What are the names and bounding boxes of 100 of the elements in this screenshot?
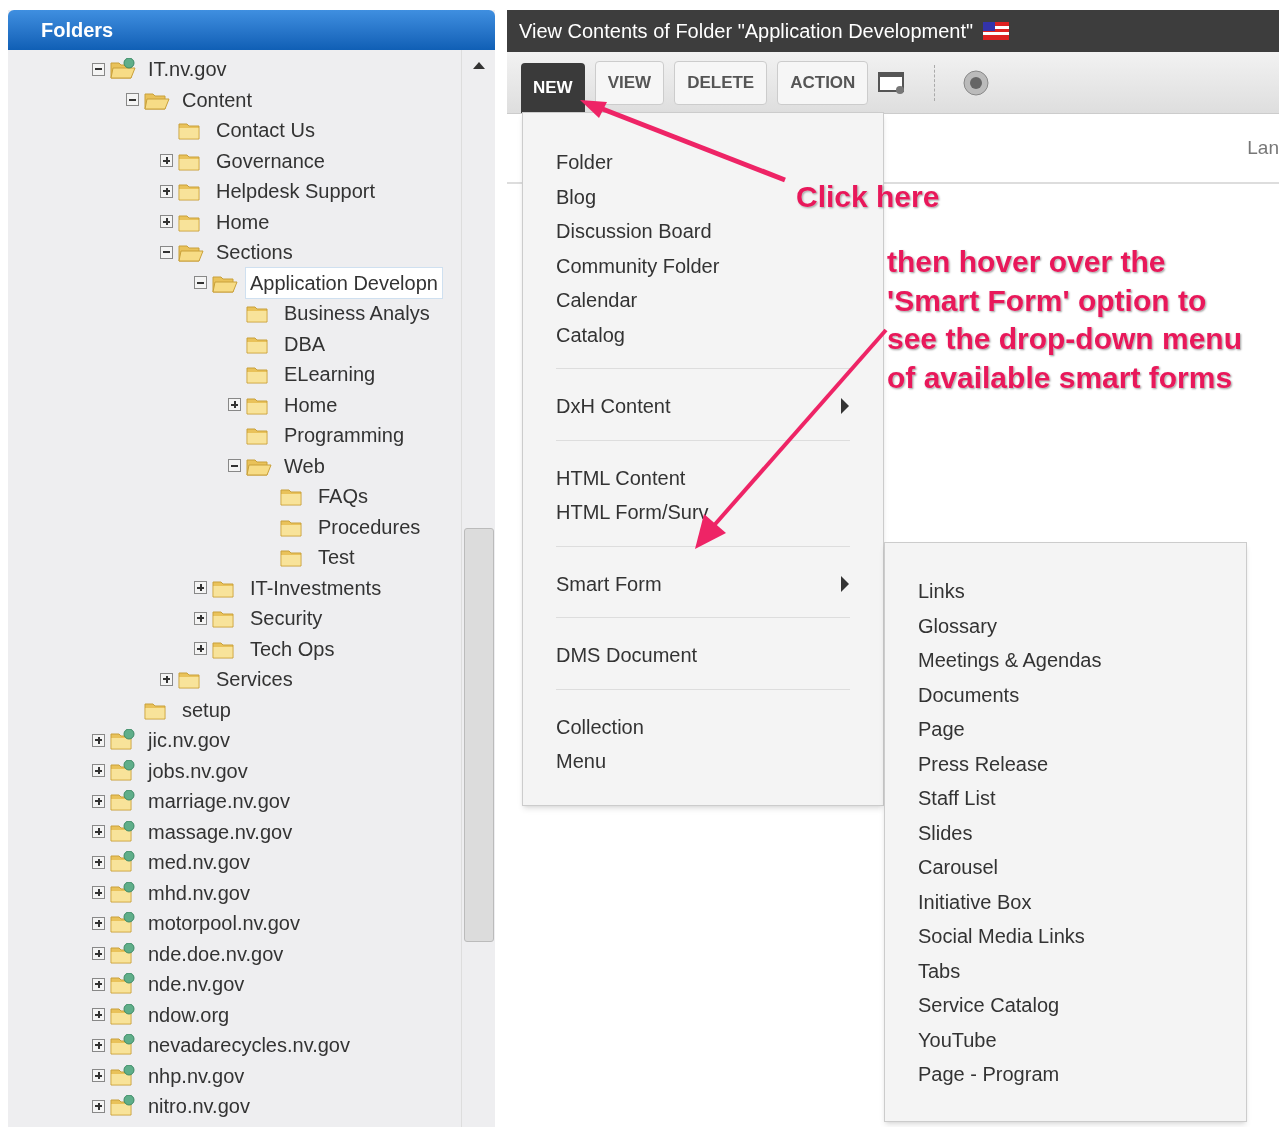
tree-item[interactable]: ELearning bbox=[279, 358, 381, 391]
menu-item[interactable]: Initiative Box bbox=[918, 884, 1213, 919]
menu-item[interactable]: Carousel bbox=[918, 850, 1213, 885]
menu-item[interactable]: Service Catalog bbox=[918, 988, 1213, 1023]
expand-toggle-icon[interactable] bbox=[194, 642, 207, 656]
expand-toggle-icon[interactable] bbox=[92, 1038, 105, 1052]
tree-item[interactable]: med.nv.gov bbox=[143, 846, 255, 879]
collapse-toggle-icon[interactable] bbox=[92, 62, 105, 76]
window-icon[interactable] bbox=[878, 70, 907, 95]
menu-item[interactable]: Folder bbox=[556, 147, 613, 178]
menu-item[interactable]: Collection bbox=[556, 711, 644, 742]
menu-item[interactable]: Menu bbox=[556, 746, 607, 777]
tree-item[interactable]: Programming bbox=[279, 419, 410, 452]
menu-item[interactable]: Slides bbox=[918, 815, 1213, 850]
tree-item[interactable]: nevadarecycles.nv.gov bbox=[143, 1029, 355, 1062]
tree-item[interactable]: FAQs bbox=[313, 480, 373, 513]
tree-item[interactable]: marriage.nv.gov bbox=[143, 785, 295, 818]
menu-item[interactable]: Press Release bbox=[918, 746, 1213, 781]
tree-item[interactable]: Application Developn bbox=[245, 266, 443, 299]
tree-item[interactable]: IT.nv.gov bbox=[143, 53, 232, 86]
tree-item[interactable]: jic.nv.gov bbox=[143, 724, 235, 757]
menu-item[interactable]: Meetings & Agendas bbox=[918, 643, 1213, 678]
expand-toggle-icon[interactable] bbox=[92, 947, 105, 961]
expand-toggle-icon[interactable] bbox=[92, 855, 105, 869]
tree-item[interactable]: Helpdesk Support bbox=[211, 175, 380, 208]
expand-toggle-icon[interactable] bbox=[160, 154, 173, 168]
menu-item[interactable]: Tabs bbox=[918, 953, 1213, 988]
expand-toggle-icon[interactable] bbox=[228, 398, 241, 412]
tree-item[interactable]: Web bbox=[279, 449, 330, 482]
expand-toggle-icon[interactable] bbox=[160, 215, 173, 229]
menu-item[interactable]: DMS Document bbox=[556, 640, 698, 671]
tree-item[interactable]: nde.nv.gov bbox=[143, 968, 250, 1001]
toolbar-button[interactable]: ACTION bbox=[777, 60, 869, 105]
tree-item[interactable]: mhd.nv.gov bbox=[143, 876, 255, 909]
tree-item[interactable]: Services bbox=[211, 663, 298, 696]
menu-item[interactable]: Blog bbox=[556, 181, 597, 212]
tree-item[interactable]: ndow.org bbox=[143, 998, 235, 1031]
menu-item[interactable]: HTML Content bbox=[556, 462, 686, 493]
toolbar-button[interactable]: NEW bbox=[521, 63, 585, 113]
menu-item[interactable]: YouTube bbox=[918, 1022, 1213, 1057]
menu-item[interactable]: Smart Form bbox=[556, 568, 662, 599]
menu-item[interactable]: Catalog bbox=[556, 319, 625, 350]
collapse-toggle-icon[interactable] bbox=[194, 276, 207, 290]
expand-toggle-icon[interactable] bbox=[92, 825, 105, 839]
menu-item[interactable]: HTML Form/Surv bbox=[556, 497, 709, 528]
expand-toggle-icon[interactable] bbox=[92, 794, 105, 808]
menu-item[interactable]: Discussion Board bbox=[556, 216, 712, 247]
tree-item[interactable]: nhp.nv.gov bbox=[143, 1059, 250, 1092]
menu-item[interactable]: Page bbox=[918, 712, 1213, 747]
scrollbar[interactable] bbox=[461, 50, 495, 1127]
collapse-toggle-icon[interactable] bbox=[160, 245, 173, 259]
menu-item[interactable]: Documents bbox=[918, 677, 1213, 712]
tree-item[interactable]: massage.nv.gov bbox=[143, 815, 298, 848]
expand-toggle-icon[interactable] bbox=[194, 581, 207, 595]
scroll-thumb[interactable] bbox=[463, 528, 494, 942]
tree-item[interactable]: jobs.nv.gov bbox=[143, 754, 253, 787]
scroll-up-icon[interactable] bbox=[471, 60, 486, 70]
menu-item[interactable]: Links bbox=[918, 574, 1213, 609]
tree-item[interactable]: setup bbox=[177, 693, 236, 726]
submenu-arrow-icon bbox=[840, 574, 850, 593]
tree-item[interactable]: Test bbox=[313, 541, 360, 574]
tree-item[interactable]: Procedures bbox=[313, 510, 426, 543]
tree-item[interactable]: Contact Us bbox=[211, 114, 320, 147]
menu-item[interactable]: Staff List bbox=[918, 781, 1213, 816]
tree-item[interactable]: IT-Investments bbox=[245, 571, 387, 604]
toolbar-button[interactable]: VIEW bbox=[594, 60, 665, 105]
menu-item[interactable]: Social Media Links bbox=[918, 919, 1213, 954]
collapse-toggle-icon[interactable] bbox=[126, 93, 139, 107]
expand-toggle-icon[interactable] bbox=[92, 764, 105, 778]
tree-item[interactable]: Home bbox=[279, 388, 343, 421]
help-icon[interactable] bbox=[963, 69, 990, 96]
menu-item[interactable]: Glossary bbox=[918, 608, 1213, 643]
expand-toggle-icon[interactable] bbox=[92, 1069, 105, 1083]
expand-toggle-icon[interactable] bbox=[92, 733, 105, 747]
tree-item[interactable]: Security bbox=[245, 602, 328, 635]
tree-item[interactable]: nitro.nv.gov bbox=[143, 1090, 255, 1123]
expand-toggle-icon[interactable] bbox=[92, 1008, 105, 1022]
tree-item[interactable]: Content bbox=[177, 83, 258, 116]
tree-item[interactable]: Home bbox=[211, 205, 275, 238]
collapse-toggle-icon[interactable] bbox=[228, 459, 241, 473]
toolbar-button[interactable]: DELETE bbox=[674, 60, 768, 105]
menu-item[interactable]: Calendar bbox=[556, 285, 638, 316]
menu-item[interactable]: Community Folder bbox=[556, 250, 720, 281]
tree-item[interactable]: motorpool.nv.gov bbox=[143, 907, 305, 940]
tree-item[interactable]: DBA bbox=[279, 327, 331, 360]
expand-toggle-icon[interactable] bbox=[92, 886, 105, 900]
globe-folder-icon bbox=[110, 820, 136, 843]
expand-toggle-icon[interactable] bbox=[160, 184, 173, 198]
tree-item[interactable]: Business Analys bbox=[279, 297, 435, 330]
expand-toggle-icon[interactable] bbox=[92, 977, 105, 991]
menu-item[interactable]: Page - Program bbox=[918, 1057, 1213, 1092]
tree-item[interactable]: nde.doe.nv.gov bbox=[143, 937, 289, 970]
expand-toggle-icon[interactable] bbox=[160, 672, 173, 686]
tree-item[interactable]: Sections bbox=[211, 236, 298, 269]
expand-toggle-icon[interactable] bbox=[194, 611, 207, 625]
expand-toggle-icon[interactable] bbox=[92, 1099, 105, 1113]
tree-item[interactable]: Governance bbox=[211, 144, 330, 177]
tree-item[interactable]: Tech Ops bbox=[245, 632, 340, 665]
expand-toggle-icon[interactable] bbox=[92, 916, 105, 930]
menu-item[interactable]: DxH Content bbox=[556, 391, 671, 422]
